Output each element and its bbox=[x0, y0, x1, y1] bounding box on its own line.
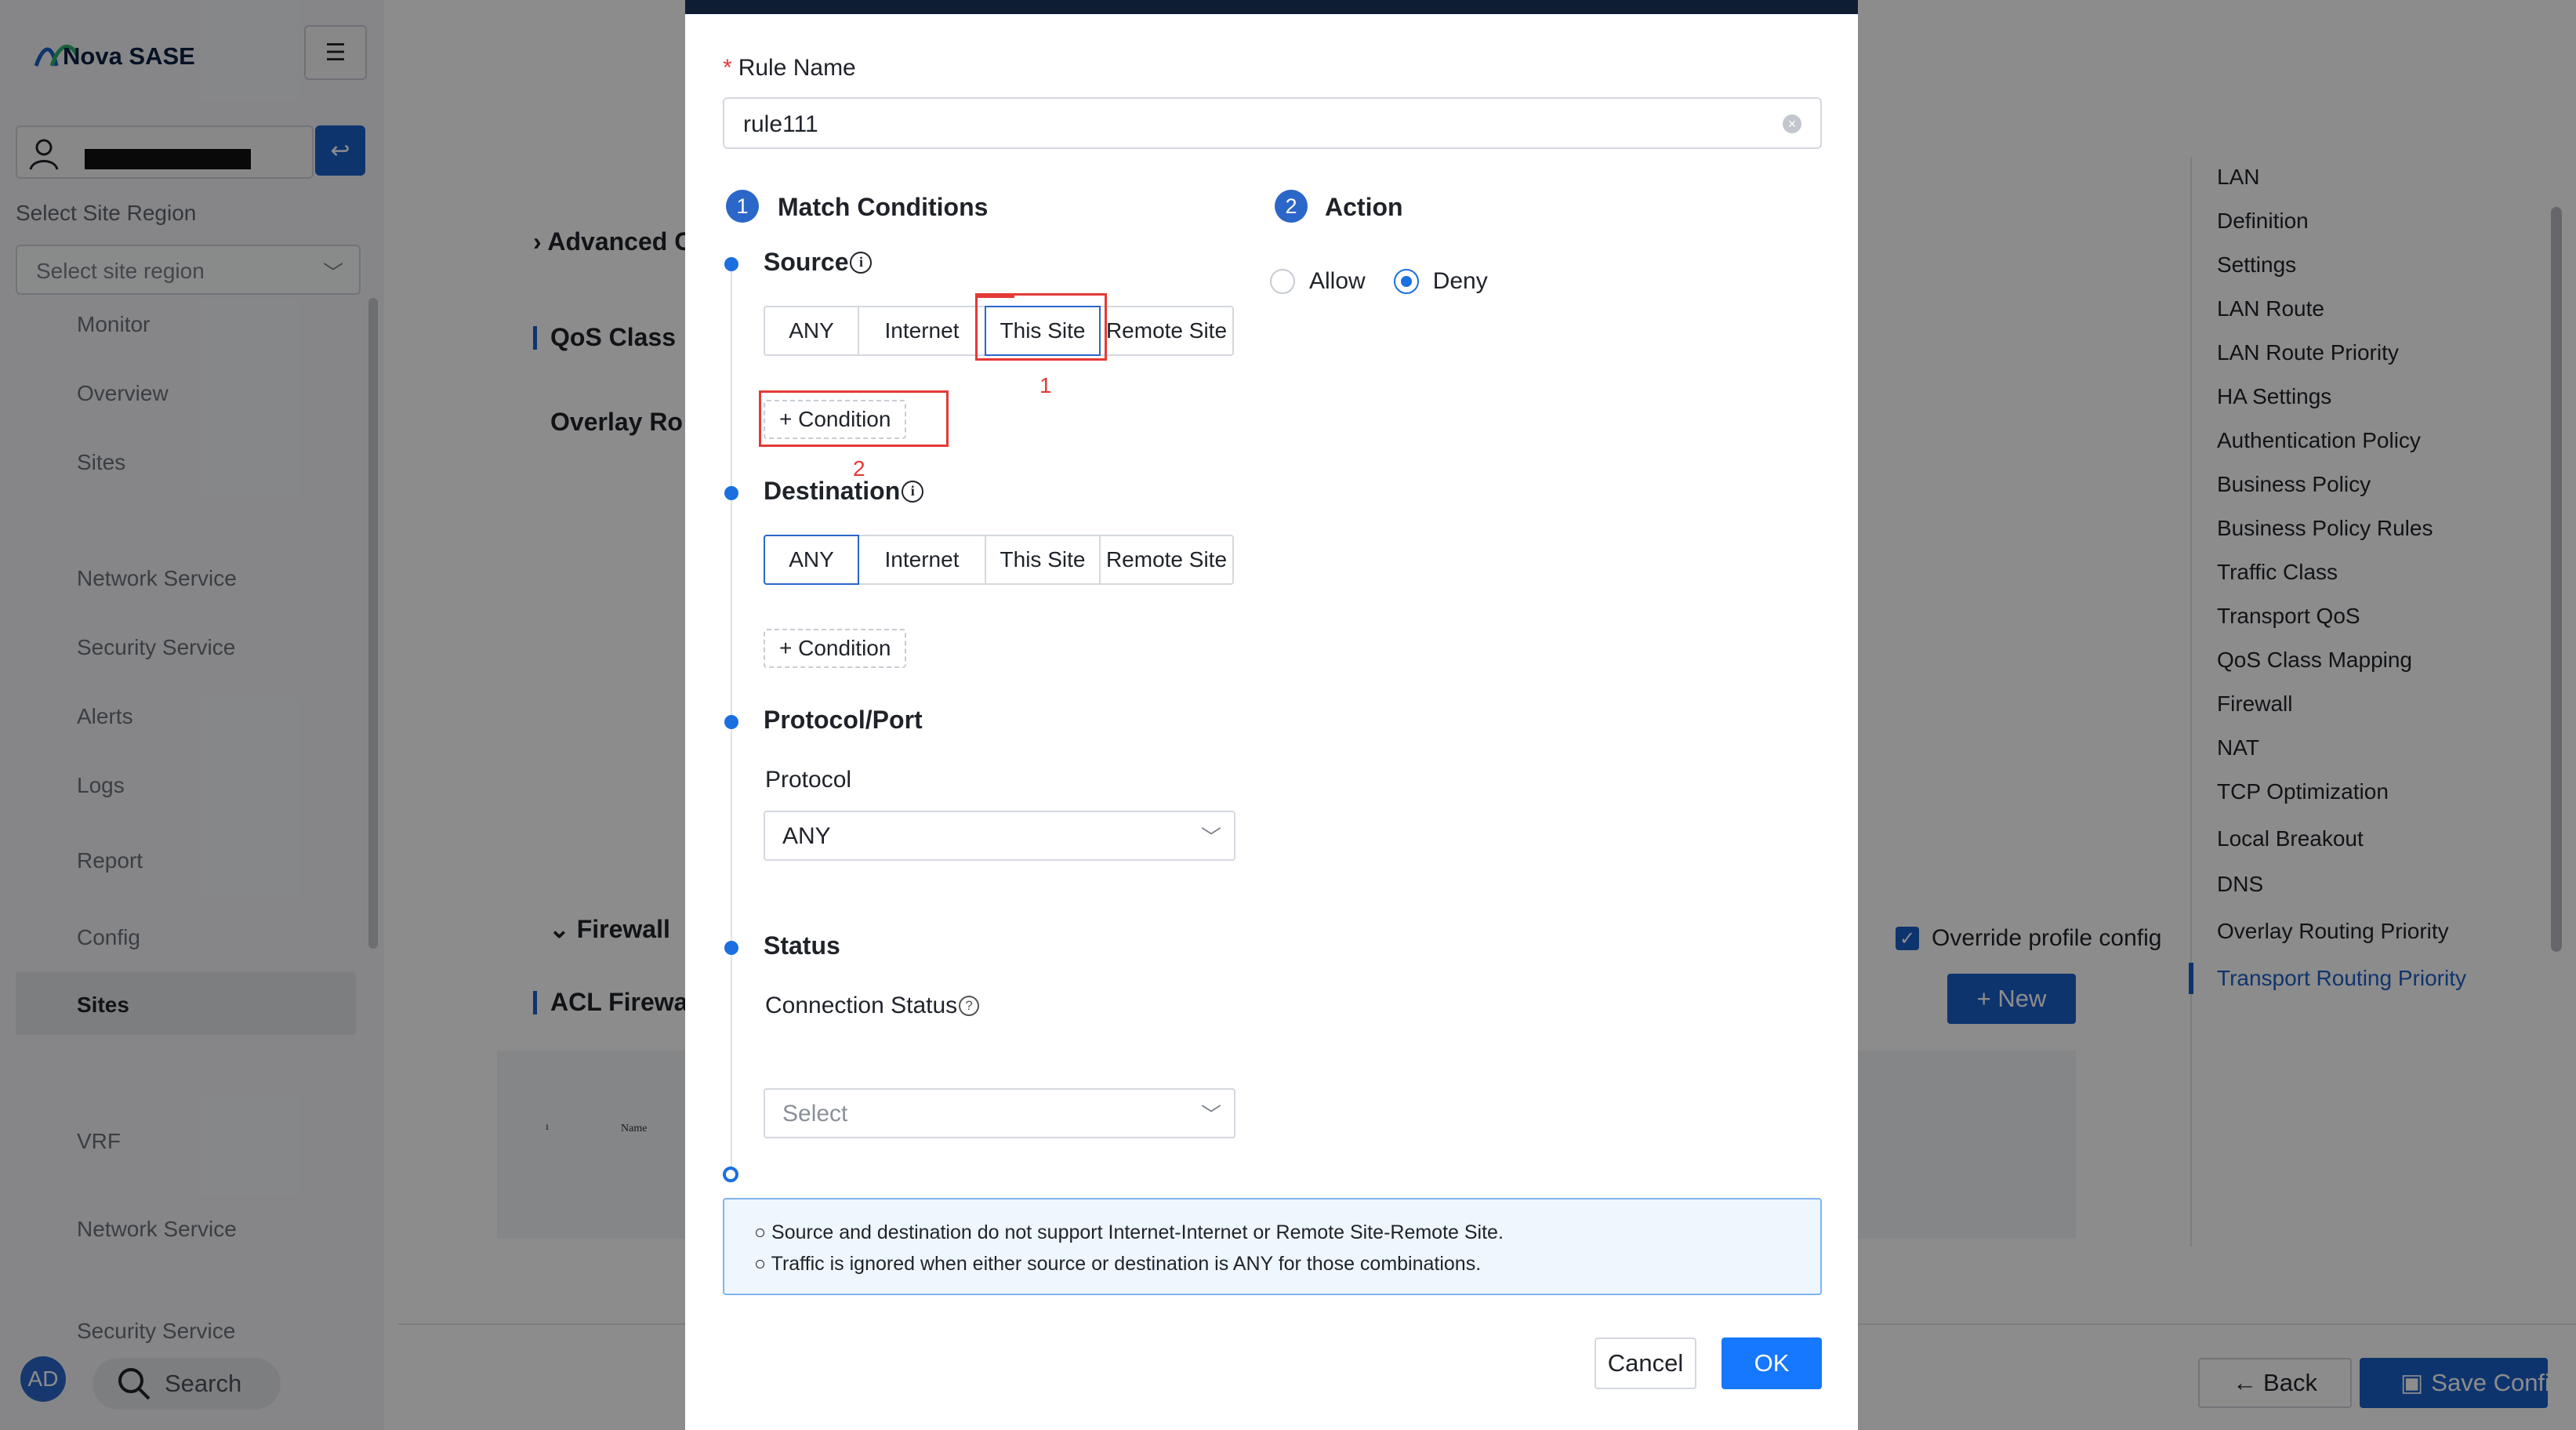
destination-any[interactable]: ANY bbox=[764, 535, 859, 585]
deny-label: Deny bbox=[1432, 268, 1488, 294]
rule-name-label: * Rule Name bbox=[723, 55, 856, 82]
step-2-title: Action bbox=[1325, 193, 1403, 221]
rule-name-value: rule111 bbox=[743, 111, 818, 137]
timeline-dot bbox=[724, 257, 738, 271]
action-radio-group: Allow Deny bbox=[1270, 268, 1488, 295]
note-line-1: ○ Source and destination do not support … bbox=[754, 1221, 1504, 1243]
source-remote-site[interactable]: Remote Site bbox=[1099, 306, 1234, 356]
source-internet[interactable]: Internet bbox=[858, 306, 986, 356]
connection-status-label-text: Connection Status bbox=[765, 993, 958, 1018]
rule-name-label-text: Rule Name bbox=[738, 55, 856, 81]
allow-radio[interactable] bbox=[1270, 269, 1295, 294]
destination-title: Destination i bbox=[764, 477, 924, 506]
step-1-badge: 1 bbox=[726, 190, 759, 223]
note-line-2: ○ Traffic is ignored when either source … bbox=[754, 1253, 1482, 1275]
clear-icon[interactable]: × bbox=[1783, 114, 1801, 133]
destination-segmented: ANY Internet This Site Remote Site bbox=[764, 535, 1234, 585]
step-2-badge: 2 bbox=[1275, 190, 1308, 223]
destination-remote-site[interactable]: Remote Site bbox=[1099, 535, 1234, 585]
protocol-select[interactable]: ANY ﹀ bbox=[764, 811, 1235, 861]
rule-name-input[interactable]: rule111 × bbox=[723, 97, 1822, 149]
chevron-down-icon: ﹀ bbox=[1200, 1103, 1221, 1127]
destination-title-text: Destination bbox=[764, 477, 901, 505]
cancel-button[interactable]: Cancel bbox=[1595, 1337, 1696, 1389]
help-icon[interactable]: ? bbox=[959, 996, 980, 1016]
protocol-label: Protocol bbox=[765, 767, 852, 793]
source-title: Source i bbox=[764, 248, 873, 277]
source-any[interactable]: ANY bbox=[764, 306, 859, 356]
info-icon[interactable]: i bbox=[850, 251, 873, 274]
required-icon: * bbox=[723, 55, 732, 81]
step-1-title: Match Conditions bbox=[778, 193, 989, 221]
destination-add-condition-button[interactable]: + Condition bbox=[764, 629, 907, 668]
chevron-down-icon: ﹀ bbox=[1200, 826, 1221, 849]
timeline-dot bbox=[724, 715, 738, 729]
protocol-value: ANY bbox=[782, 823, 831, 849]
source-this-site[interactable]: This Site bbox=[985, 306, 1101, 356]
connection-status-select[interactable]: Select ﹀ bbox=[764, 1088, 1235, 1138]
protocol-port-title: Protocol/Port bbox=[764, 706, 923, 734]
timeline-end-dot bbox=[723, 1167, 738, 1182]
timeline-dot bbox=[724, 941, 738, 955]
annotation-box-2 bbox=[759, 390, 949, 447]
connection-status-label: Connection Status? bbox=[765, 993, 980, 1019]
connection-status-placeholder: Select bbox=[782, 1101, 848, 1127]
destination-internet[interactable]: Internet bbox=[858, 535, 986, 585]
modal-header-bar bbox=[685, 0, 1858, 14]
annotation-label-1: 1 bbox=[1039, 373, 1052, 397]
source-segmented: ANY Internet This Site Remote Site bbox=[764, 306, 1234, 356]
rule-modal: * Rule Name rule111 × 1 Match Conditions … bbox=[685, 0, 1858, 1430]
ok-button[interactable]: OK bbox=[1722, 1337, 1822, 1389]
allow-label: Allow bbox=[1309, 268, 1366, 294]
destination-this-site[interactable]: This Site bbox=[985, 535, 1101, 585]
info-alert: ○ Source and destination do not support … bbox=[723, 1198, 1822, 1295]
info-icon[interactable]: i bbox=[902, 480, 924, 503]
source-title-text: Source bbox=[764, 248, 849, 276]
timeline-dot bbox=[724, 486, 738, 500]
deny-radio[interactable] bbox=[1393, 269, 1419, 294]
status-title: Status bbox=[764, 931, 840, 960]
